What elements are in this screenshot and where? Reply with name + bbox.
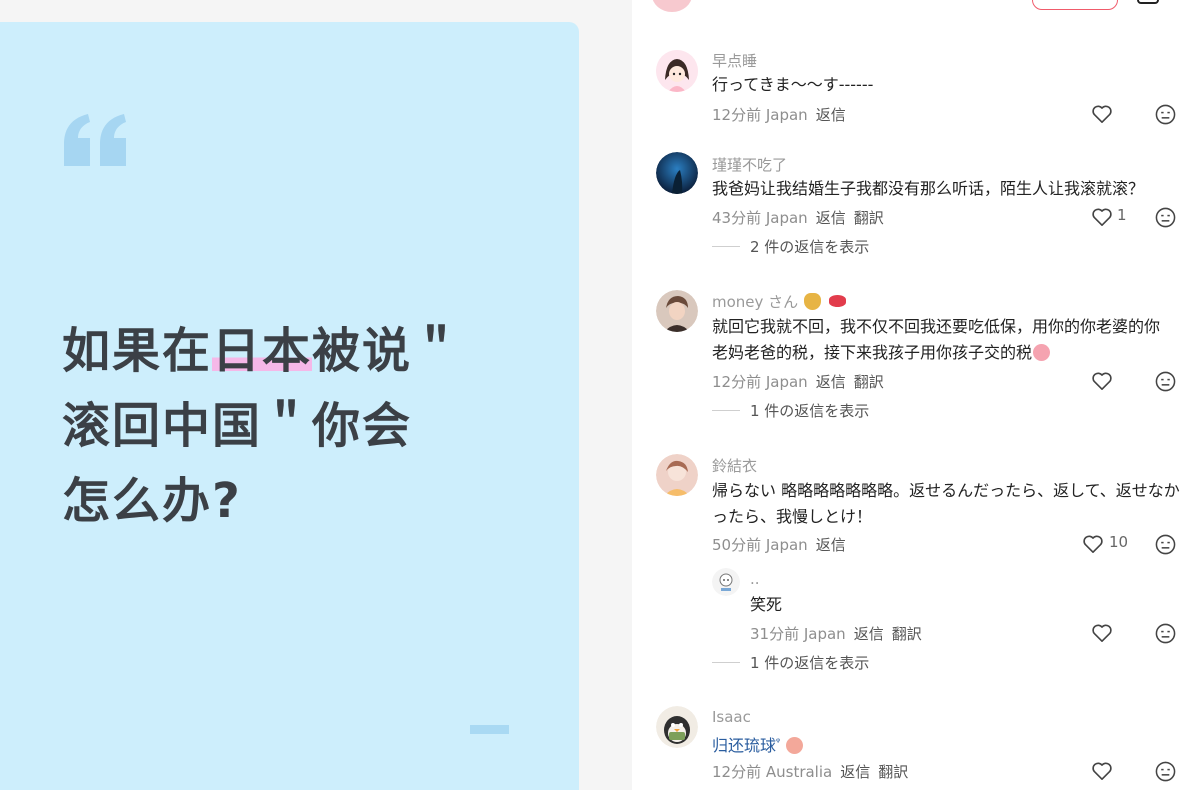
comment-text-line-1: 帰らない 略略略略略略略。返せるんだったら、返して、返せなか (712, 481, 1180, 500)
heart-icon[interactable] (1091, 761, 1113, 781)
translate-button[interactable]: 翻訳 (878, 763, 908, 781)
comment-text[interactable]: 归还琉球ᵠ (712, 730, 804, 759)
dislike-face-icon[interactable] (1155, 371, 1176, 392)
comments-panel: 早点睡 行ってきま〜〜す------ 12分前 Japan 返信 瑾瑾不吃了 我爸… (632, 0, 1200, 790)
translate-button[interactable]: 翻訳 (892, 625, 922, 643)
reply-button[interactable]: 返信 (816, 106, 846, 124)
view-replies-link[interactable]: 2 件の返信を表示 (712, 236, 869, 257)
reply-button[interactable]: 返信 (854, 625, 884, 643)
dislike-face-icon[interactable] (1155, 207, 1176, 228)
dislike-face-icon[interactable] (1155, 104, 1176, 125)
comment-time: 50分前 Japan (712, 536, 808, 554)
comment-meta: 31分前 Japan 返信 翻訳 (750, 623, 922, 644)
avatar[interactable] (656, 290, 698, 332)
pig-emoji (1033, 344, 1051, 361)
follow-button[interactable] (1032, 0, 1118, 10)
comment-time: 43分前 Japan (712, 209, 808, 227)
reply-button[interactable]: 返信 (816, 536, 846, 554)
comment-text-line-2: ったら、我慢しとけ！ (712, 507, 873, 526)
decorative-dash (470, 725, 509, 734)
comment-text-line-1: 就回它我就不回，我不仅不回我还要吃低保，用你的你老婆的你 (712, 317, 1161, 336)
author-header (632, 0, 1200, 12)
post-card: 如果在日本被说＂ 滚回中国＂你会 怎么办? (0, 22, 579, 790)
heart-icon[interactable] (1091, 623, 1113, 643)
avatar[interactable] (656, 454, 698, 496)
post-line-2: 滚回中国＂你会 (62, 398, 413, 454)
comment-text: 我爸妈让我结婚生子我都没有那么听话，陌生人让我滚就滚？ (712, 179, 1145, 198)
view-replies-label: 1 件の返信を表示 (750, 402, 870, 420)
comment-author[interactable]: Isaac (712, 708, 751, 726)
comment-text: 就回它我就不回，我不仅不回我还要吃低保，用你的你老婆的你 老妈老爸的税，接下来我… (712, 314, 1192, 366)
comment-meta: 50分前 Japan 返信 (712, 534, 846, 555)
dislike-face-icon[interactable] (1155, 761, 1176, 782)
money-bag-emoji (804, 293, 822, 310)
comment-time: 31分前 Japan (750, 625, 846, 643)
author-name-text: money さん (712, 293, 799, 311)
view-replies-label: 2 件の返信を表示 (750, 238, 870, 256)
comment-text-line-2: 老妈老爸的税，接下来我孩子用你孩子交的税 (712, 340, 1192, 366)
lips-emoji (829, 295, 847, 307)
comment-meta: 12分前 Japan 返信 (712, 104, 846, 125)
comment-time: 12分前 Japan (712, 106, 808, 124)
post-line-3: 怎么办? (62, 473, 242, 529)
comment-text: 行ってきま〜〜す------ (712, 75, 874, 94)
view-replies-label: 1 件の返信を表示 (750, 654, 870, 672)
hashtag-text: 归还琉球 (712, 736, 777, 755)
author-avatar[interactable] (652, 0, 692, 12)
comment-author[interactable]: money さん (712, 291, 847, 312)
comment-author[interactable]: 瑾瑾不吃了 (712, 154, 787, 175)
comment-time: 12分前 Japan (712, 373, 808, 391)
reply-button[interactable]: 返信 (816, 373, 846, 391)
translate-button[interactable]: 翻訳 (854, 209, 884, 227)
avatar[interactable] (712, 568, 740, 596)
dislike-face-icon[interactable] (1155, 623, 1176, 644)
translate-button[interactable]: 翻訳 (854, 373, 884, 391)
heart-icon[interactable] (1091, 371, 1113, 391)
heart-icon[interactable] (1091, 104, 1113, 124)
heart-icon[interactable] (1091, 207, 1113, 227)
comment-meta: 43分前 Japan 返信 翻訳 (712, 207, 884, 228)
like-count: 1 (1117, 206, 1127, 224)
comment-meta: 12分前 Japan 返信 翻訳 (712, 371, 884, 392)
dislike-face-icon[interactable] (1155, 534, 1176, 555)
post-line-1-post: 被说＂ (312, 323, 463, 379)
heart-icon[interactable] (1082, 534, 1104, 554)
comment-author[interactable]: .. (750, 570, 760, 588)
avatar[interactable] (656, 50, 698, 92)
quote-icon (64, 114, 126, 166)
search-icon: ᵠ (776, 737, 781, 748)
comment-meta: 12分前 Australia 返信 翻訳 (712, 761, 908, 782)
like-count: 10 (1109, 533, 1129, 551)
comment-text: 帰らない 略略略略略略略。返せるんだったら、返して、返せなか ったら、我慢しとけ… (712, 478, 1192, 530)
peach-emoji (786, 737, 804, 754)
post-line-1: 如果在日本被说＂ (62, 314, 532, 389)
comment-text-line-2-text: 老妈老爸的税，接下来我孩子用你孩子交的税 (712, 343, 1033, 362)
reply-button[interactable]: 返信 (840, 763, 870, 781)
view-replies-link[interactable]: 1 件の返信を表示 (712, 652, 869, 673)
view-replies-link[interactable]: 1 件の返信を表示 (712, 400, 869, 421)
avatar[interactable] (656, 706, 698, 748)
comment-author[interactable]: 早点睡 (712, 50, 757, 71)
avatar[interactable] (656, 152, 698, 194)
comment-text: 笑死 (750, 595, 783, 614)
post-highlight: 日本 (212, 323, 313, 379)
reply-button[interactable]: 返信 (816, 209, 846, 227)
post-line-1-pre: 如果在 (62, 323, 213, 379)
share-icon[interactable] (1137, 0, 1159, 4)
comment-time: 12分前 Australia (712, 763, 833, 781)
post-headline: 如果在日本被说＂ 滚回中国＂你会 怎么办? (62, 314, 532, 539)
comment-author[interactable]: 鈴結衣 (712, 455, 757, 476)
